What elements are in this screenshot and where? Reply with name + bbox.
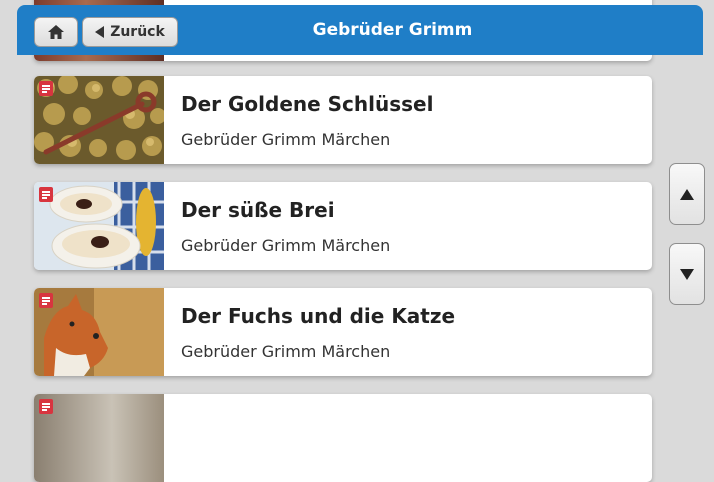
story-subtitle: Gebrüder Grimm Märchen [181, 236, 391, 255]
home-icon [48, 25, 64, 39]
story-card[interactable]: Der Fuchs und die Katze Gebrüder Grimm M… [34, 288, 652, 376]
story-thumbnail [34, 182, 164, 270]
scroll-up-button[interactable] [669, 163, 705, 225]
arrow-up-icon [680, 188, 694, 200]
home-button[interactable] [34, 17, 78, 47]
document-icon [39, 293, 53, 308]
story-thumbnail [34, 288, 164, 376]
document-icon [39, 399, 53, 414]
page-title: Gebrüder Grimm [312, 20, 473, 40]
back-button[interactable]: Zurück [82, 17, 178, 47]
back-arrow-icon [95, 26, 105, 38]
story-title: Der Goldene Schlüssel [181, 92, 434, 116]
story-thumbnail [34, 76, 166, 164]
story-card[interactable] [34, 394, 652, 482]
document-icon [39, 81, 53, 96]
document-icon [39, 187, 53, 202]
scroll-down-button[interactable] [669, 243, 705, 305]
story-subtitle: Gebrüder Grimm Märchen [181, 342, 391, 361]
back-button-label: Zurück [110, 24, 165, 40]
story-title: Der Fuchs und die Katze [181, 304, 456, 328]
story-title: Der süße Brei [181, 198, 335, 222]
story-subtitle: Gebrüder Grimm Märchen [181, 130, 391, 149]
story-thumbnail [34, 394, 164, 482]
arrow-down-icon [680, 268, 694, 280]
story-card[interactable]: Der Goldene Schlüssel Gebrüder Grimm Mär… [34, 76, 652, 164]
story-list: Der Goldene Schlüssel Gebrüder Grimm Mär… [34, 0, 652, 482]
header-bar: Zurück Gebrüder Grimm [17, 5, 703, 55]
story-card[interactable]: Der süße Brei Gebrüder Grimm Märchen [34, 182, 652, 270]
